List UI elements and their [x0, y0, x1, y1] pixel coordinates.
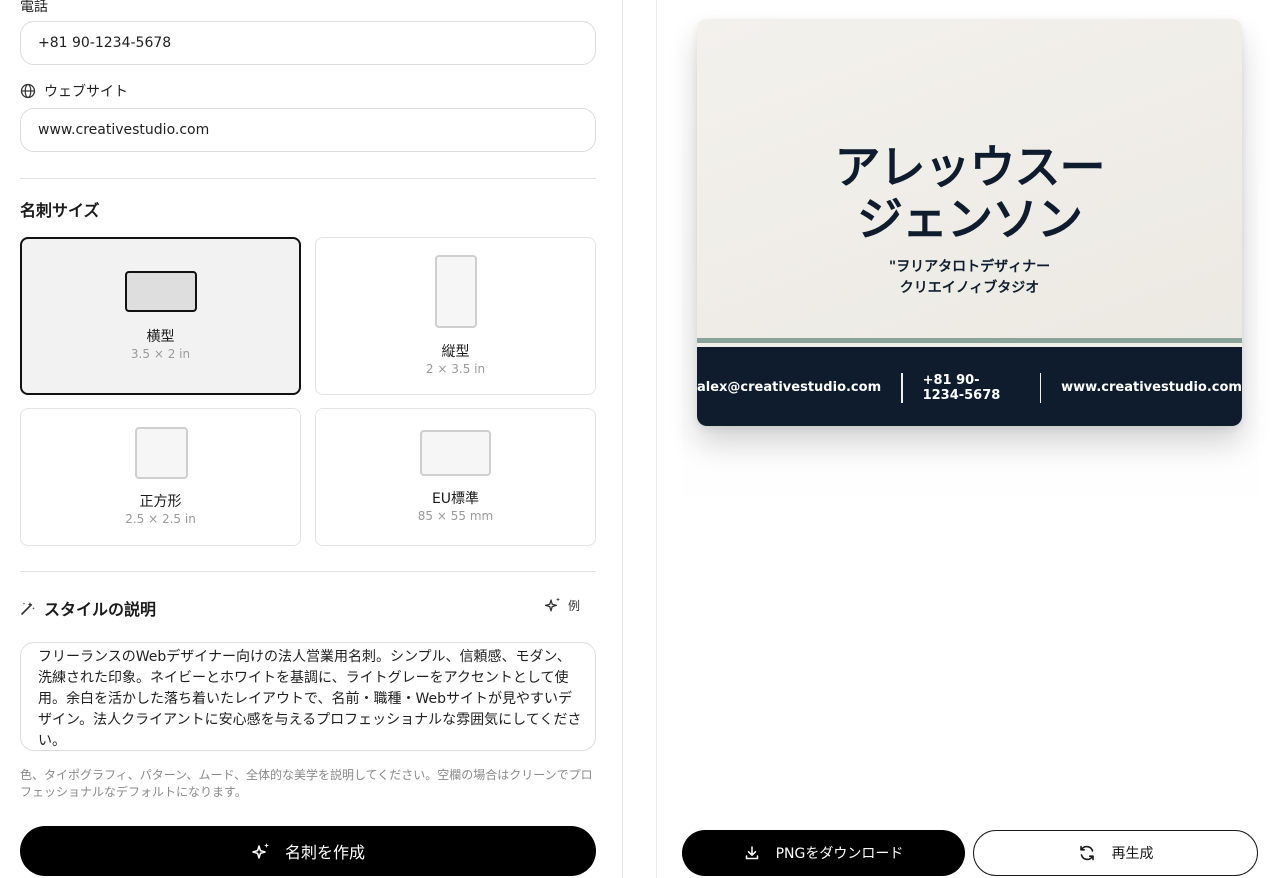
panel-gutter	[623, 0, 656, 878]
download-png-button[interactable]: PNGをダウンロード	[682, 830, 965, 876]
regenerate-button[interactable]: 再生成	[973, 830, 1258, 876]
panel-divider	[656, 0, 657, 878]
refresh-icon	[1078, 844, 1096, 862]
create-card-button[interactable]: 名刺を作成	[20, 826, 596, 876]
square-shape-icon	[135, 427, 188, 479]
size-option-square[interactable]: 正方形 2.5 × 2.5 in	[20, 408, 301, 546]
portrait-shape-icon	[435, 255, 477, 328]
size-option-portrait[interactable]: 縦型 2 × 3.5 in	[315, 237, 596, 395]
website-label: ウェブサイト	[20, 81, 128, 101]
card-contact-bar: alex@creativestudio.com +81 90-1234-5678…	[697, 347, 1242, 426]
download-icon	[744, 845, 760, 861]
card-name: アレッウスー ジェンソン	[834, 140, 1106, 246]
card-email: alex@creativestudio.com	[697, 380, 882, 395]
size-option-landscape[interactable]: 横型 3.5 × 2 in	[20, 237, 301, 395]
form-panel: 電話 +81 90-1234-5678 ウェブサイト www.creatives…	[0, 0, 622, 878]
card-role: "ヲリアタロトデザィナー クリエイノィブタジオ	[888, 259, 1051, 296]
section-divider	[20, 571, 596, 572]
card-separator	[1039, 372, 1042, 403]
size-option-eu-standard[interactable]: EU標準 85 × 55 mm	[315, 408, 596, 546]
card-website: www.creativestudio.com	[1061, 380, 1242, 395]
sparkles-icon	[251, 841, 271, 861]
globe-icon	[20, 83, 36, 99]
card-separator	[901, 372, 903, 403]
example-button[interactable]: 例	[544, 596, 580, 614]
phone-input[interactable]: +81 90-1234-5678	[20, 21, 596, 65]
style-hint-text: 色、タイポグラフィ、パターン、ムード、全体的な美学を説明してください。空欄の場合…	[20, 768, 593, 799]
landscape-shape-icon	[125, 271, 197, 312]
section-divider	[20, 178, 596, 179]
website-input[interactable]: www.creativestudio.com	[20, 108, 596, 152]
business-card-preview: アレッウスー ジェンソン "ヲリアタロトデザィナー クリエイノィブタジオ ale…	[697, 19, 1242, 426]
card-phone: +81 90-1234-5678	[922, 372, 1001, 403]
sparkles-icon	[544, 596, 562, 614]
phone-label: 電話	[20, 0, 48, 15]
eu-card-shape-icon	[420, 430, 491, 476]
style-section-title: スタイルの説明	[44, 600, 157, 619]
style-section-header: スタイルの説明 例	[20, 596, 596, 620]
size-section-title: 名刺サイズ	[20, 201, 100, 220]
style-description-textarea[interactable]: フリーランスのWebデザイナー向けの法人営業用名刺。シンプル、信頼感、モダン、洗…	[20, 642, 596, 751]
magic-wand-icon	[20, 600, 36, 616]
